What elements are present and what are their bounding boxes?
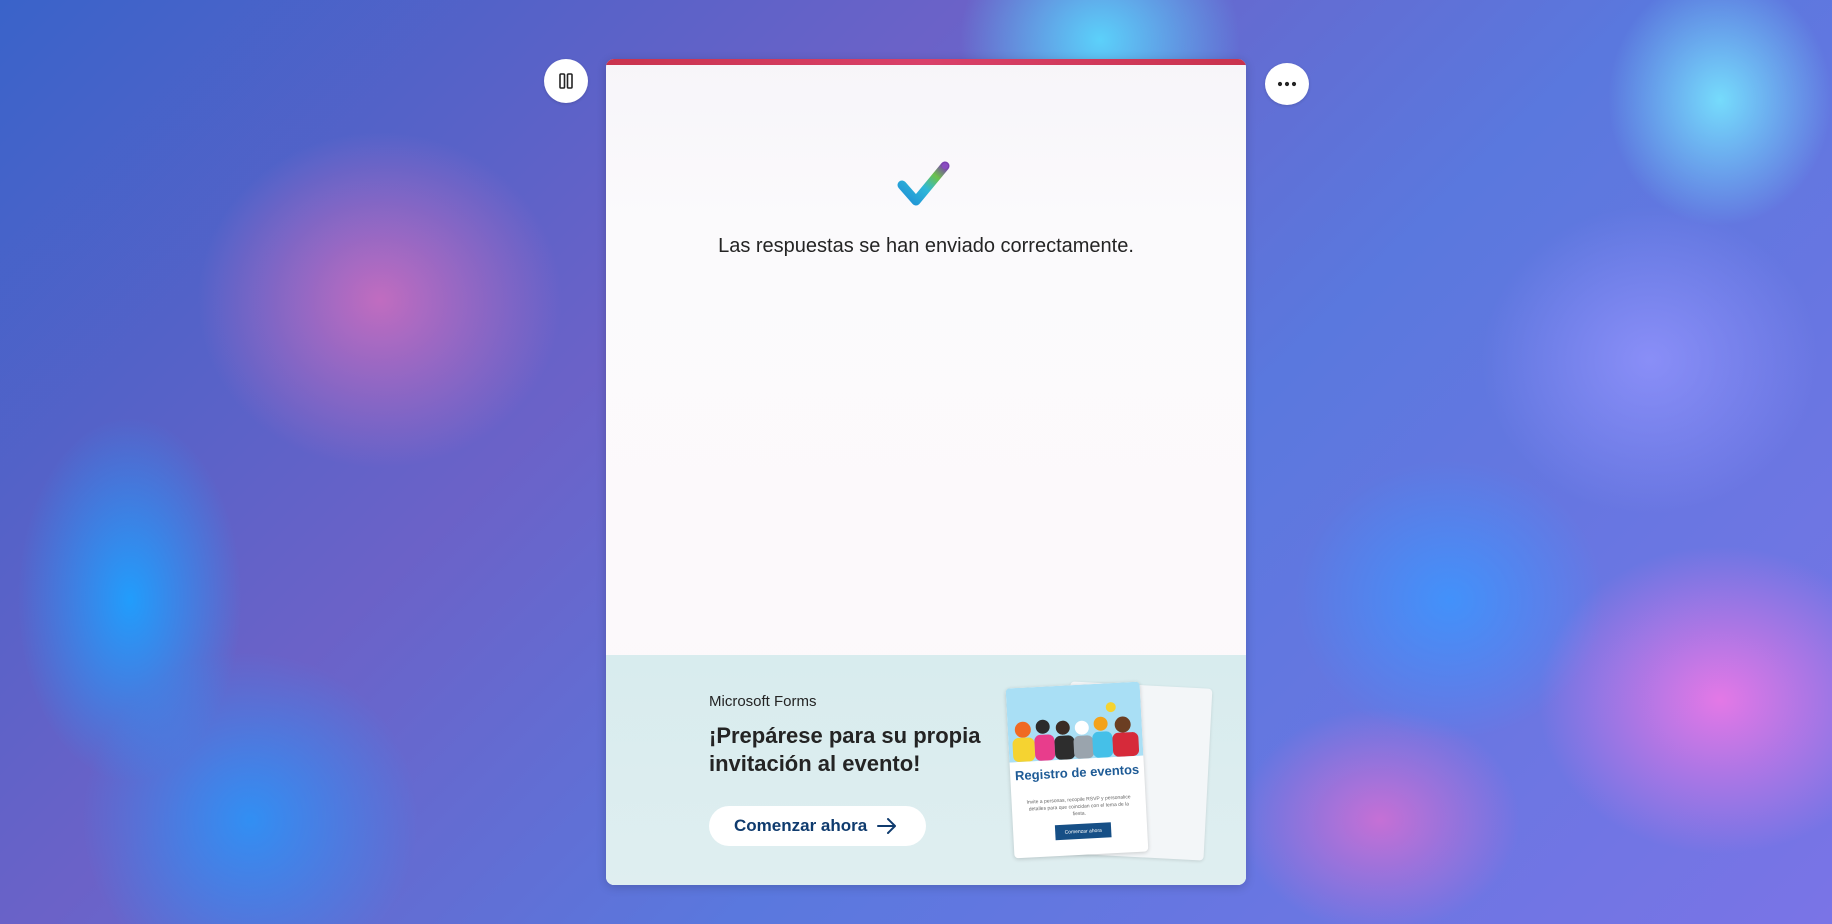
people-illustration bbox=[1005, 681, 1144, 763]
start-now-button[interactable]: Comenzar ahora bbox=[709, 806, 926, 846]
event-template-thumbnail: Registro de eventos Invite a personas, r… bbox=[1005, 681, 1149, 859]
form-card: Las respuestas se han enviado correctame… bbox=[606, 59, 1246, 885]
promo-title: ¡Prepárese para su propia invitación al … bbox=[709, 723, 981, 776]
pause-button[interactable] bbox=[544, 59, 588, 103]
promo-brand: Microsoft Forms bbox=[709, 693, 817, 710]
promo-banner: Microsoft Forms ¡Prepárese para su propi… bbox=[606, 655, 1246, 885]
arrow-right-icon bbox=[877, 818, 897, 834]
thumbnail-start-button: Comenzar ahora bbox=[1054, 822, 1112, 841]
thumbnail-title: Registro de eventos bbox=[1014, 761, 1140, 784]
theme-accent-bar bbox=[606, 59, 1246, 65]
checkmark-icon bbox=[896, 157, 952, 211]
submission-success-message: Las respuestas se han enviado correctame… bbox=[718, 235, 1134, 257]
more-options-button[interactable] bbox=[1265, 63, 1309, 105]
more-icon bbox=[1277, 81, 1297, 87]
start-now-label: Comenzar ahora bbox=[734, 816, 868, 835]
pause-icon bbox=[559, 73, 573, 89]
thumbnail-body: Invite a personas, recopile RSVP y perso… bbox=[1026, 794, 1131, 818]
